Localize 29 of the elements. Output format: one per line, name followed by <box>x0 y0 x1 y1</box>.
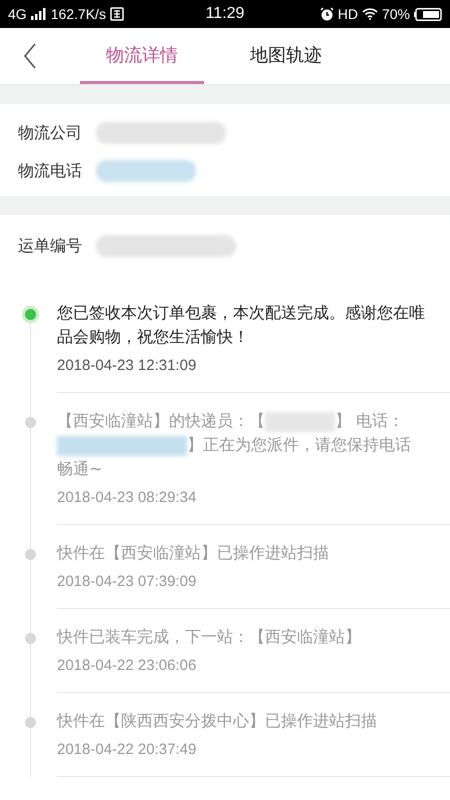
event-time: 2018-04-22 23:06:06 <box>57 657 198 674</box>
event-text: 】 电话： <box>335 411 404 430</box>
event-text: 快件在【西安临潼站】已操作进站扫描 <box>57 543 329 562</box>
battery-icon <box>414 8 442 20</box>
event-text: 快件已装车完成，下一站：【西安临潼站】 <box>57 627 361 646</box>
event-text: 您已签收本次订单包裹，本次配送完成。感谢您在唯品会购物，祝您生活愉快！ <box>57 303 425 346</box>
redaction-blur <box>265 412 335 432</box>
event-time: 2018-04-23 07:39:09 <box>57 573 198 590</box>
event-text: 】正在为您派件，请您保持电话 <box>187 435 411 454</box>
field-label: 运单编号 <box>18 236 82 256</box>
event-text: 畅通~ <box>57 459 102 478</box>
wifi-icon <box>362 8 378 20</box>
event-text: 快件在【陕西西安分拨中心】已操作进站扫描 <box>57 711 377 730</box>
event-time: 2018-04-23 12:31:09 <box>57 357 198 374</box>
signal-icon <box>30 8 47 20</box>
field-label: 物流公司 <box>18 122 82 144</box>
tab[interactable]: 地图轨迹 <box>224 28 348 84</box>
clock: 11:29 <box>206 5 244 23</box>
alarm-icon <box>320 7 334 21</box>
event-time: 2018-04-23 08:29:34 <box>57 489 198 506</box>
sim-card-icon <box>110 7 124 21</box>
hd-indicator: HD <box>338 6 358 22</box>
event-text: 【西安临潼站】的快递员：【 <box>57 411 265 430</box>
event-time: 2018-04-22 20:37:49 <box>57 741 198 758</box>
network-type: 4G <box>8 6 27 22</box>
field-label: 物流电话 <box>18 160 82 182</box>
network-speed: 162.7K/s <box>50 6 106 22</box>
back-icon <box>23 43 37 69</box>
battery-percent: 70% <box>382 6 410 22</box>
